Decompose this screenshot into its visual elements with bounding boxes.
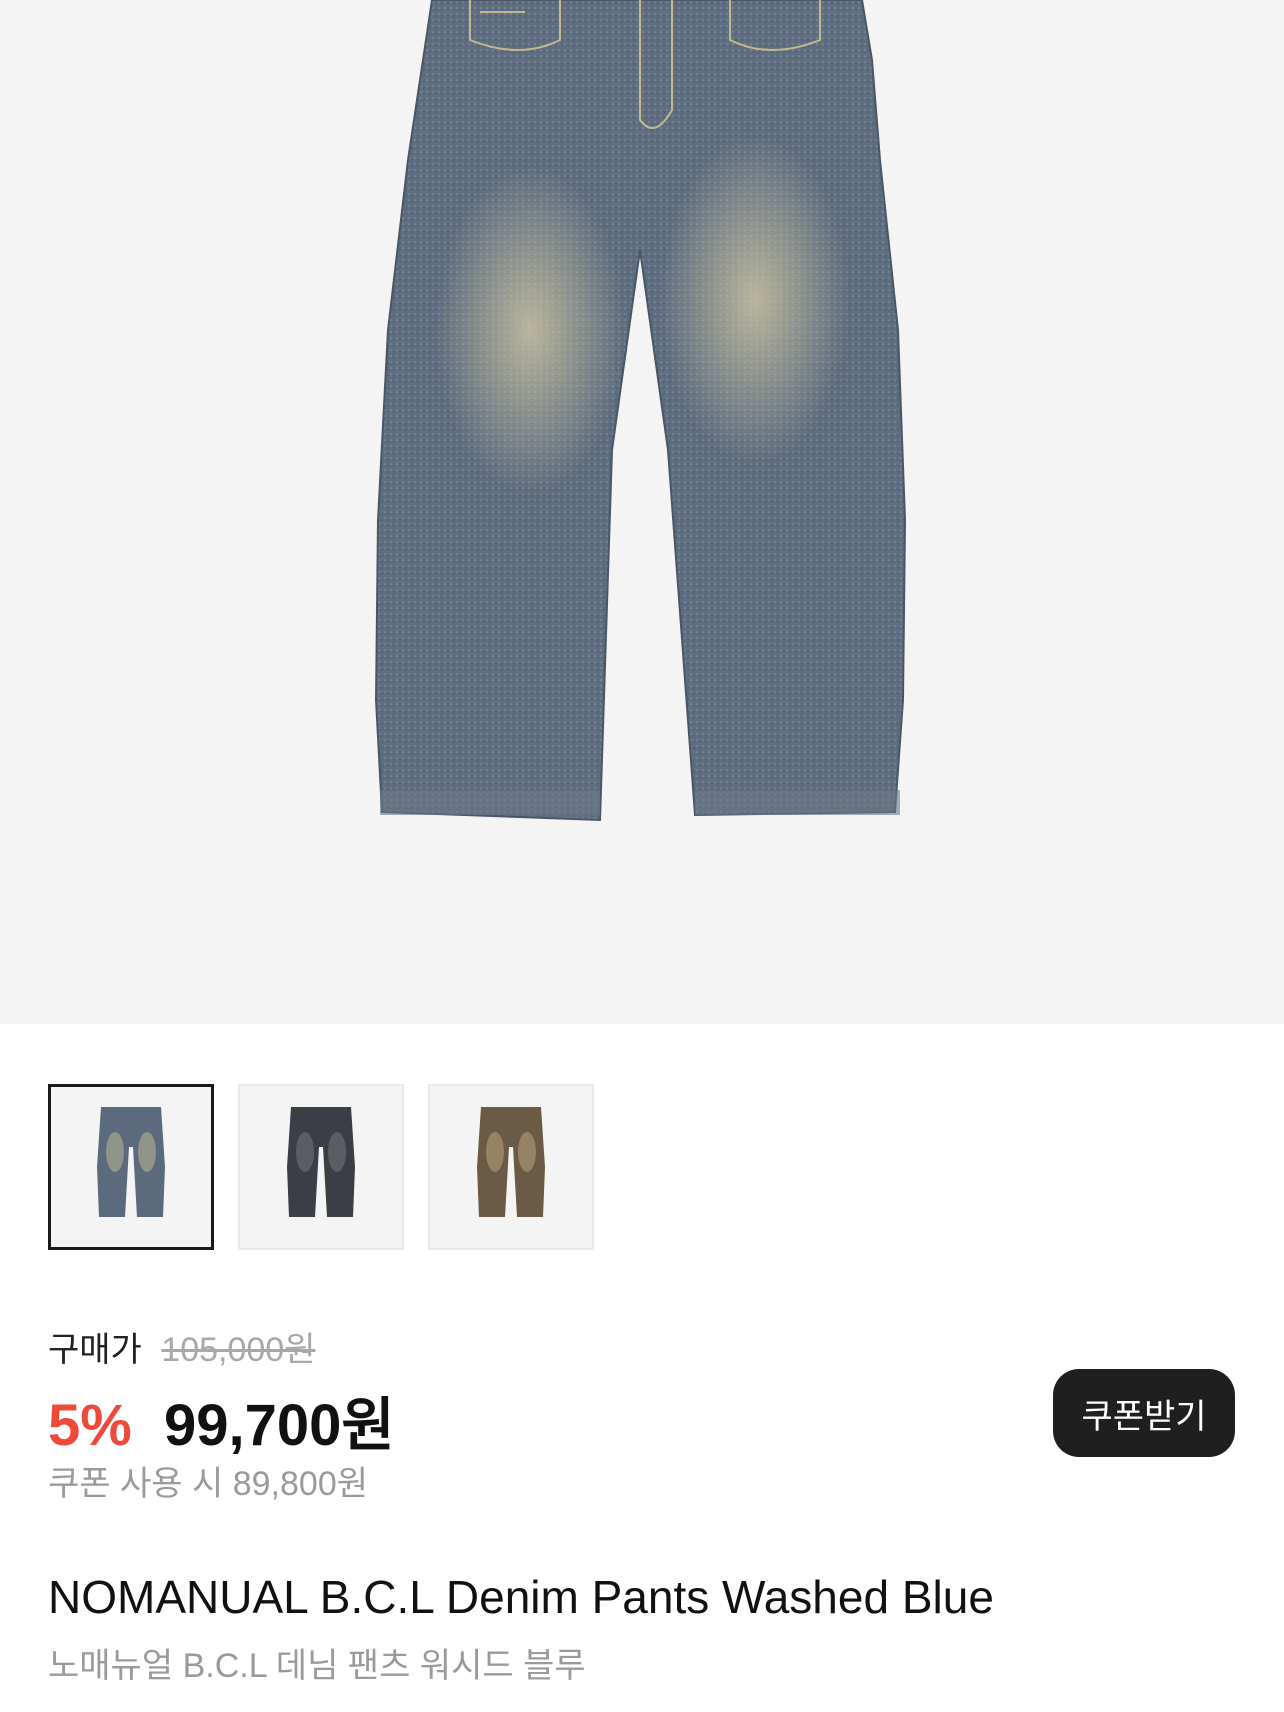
pants-icon xyxy=(477,1107,545,1217)
price-label: 구매가 xyxy=(48,1331,142,1369)
thumbnail-washed-black[interactable] xyxy=(238,1084,404,1250)
product-title-ko: 노매뉴얼 B.C.L 데님 팬츠 워시드 블루 xyxy=(48,1647,586,1685)
pants-icon xyxy=(97,1107,165,1217)
thumbnail-gallery xyxy=(48,1084,594,1250)
denim-pants-image xyxy=(374,0,907,822)
final-price: 99,700원 xyxy=(163,1393,395,1458)
coupon-price: 쿠폰 사용 시 89,800원 xyxy=(48,1465,369,1503)
price-label-row: 구매가 105,000원 xyxy=(48,1322,315,1371)
thumbnail-washed-brown[interactable] xyxy=(428,1084,594,1250)
original-price: 105,000원 xyxy=(161,1331,316,1369)
price-row: 5% 99,700원 xyxy=(48,1378,395,1462)
get-coupon-button[interactable]: 쿠폰받기 xyxy=(1053,1369,1235,1457)
thumbnail-washed-blue[interactable] xyxy=(48,1084,214,1250)
pants-icon xyxy=(287,1107,355,1217)
discount-rate: 5% xyxy=(48,1393,132,1458)
product-title-en: NOMANUAL B.C.L Denim Pants Washed Blue xyxy=(48,1571,994,1623)
product-hero-image[interactable] xyxy=(0,0,1284,1024)
